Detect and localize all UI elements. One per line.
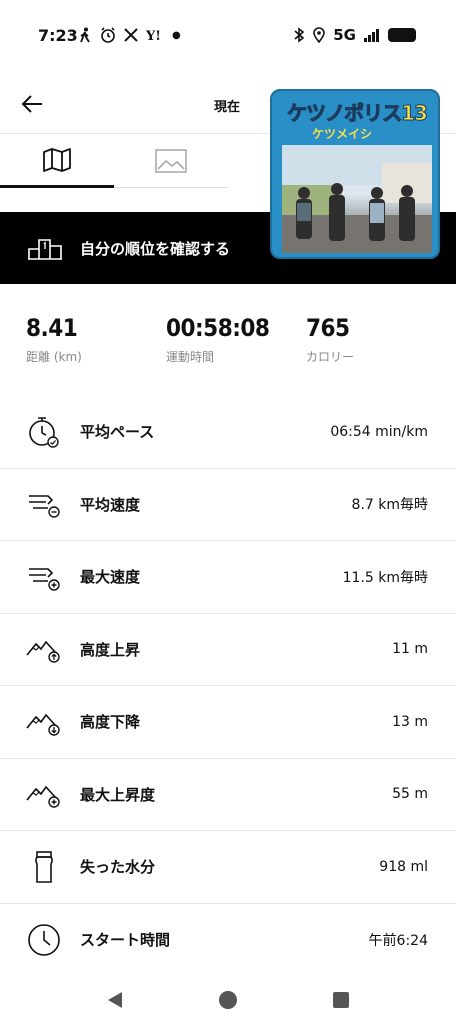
album-art-overlay[interactable]: ケツノポリス13 ケツメイシ bbox=[270, 89, 440, 259]
stopwatch-icon bbox=[24, 412, 64, 452]
metric-label: スタート時間 bbox=[80, 931, 171, 950]
metric-value: 11.5 km毎時 bbox=[342, 569, 428, 586]
walk-icon bbox=[80, 27, 90, 43]
metric-row-elevation-gain: 高度上昇 11 m bbox=[0, 614, 456, 686]
album-title: ケツノポリス13 bbox=[287, 101, 429, 126]
network-label: 5G bbox=[333, 26, 356, 44]
tab-photo[interactable] bbox=[114, 134, 228, 188]
stat-label: カロリー bbox=[306, 350, 355, 364]
x-icon bbox=[124, 28, 138, 42]
back-triangle-icon bbox=[108, 992, 122, 1008]
metric-label: 失った水分 bbox=[80, 858, 156, 877]
metric-value: 11 m bbox=[392, 641, 428, 658]
metric-value: 13 m bbox=[392, 713, 428, 730]
band-photo-image bbox=[282, 145, 432, 253]
nav-home-button[interactable] bbox=[216, 988, 240, 1012]
metric-label: 最大上昇度 bbox=[80, 785, 156, 804]
nav-recents-button[interactable] bbox=[329, 988, 353, 1012]
metric-row-max-elevation: 最大上昇度 55 m bbox=[0, 759, 456, 831]
metric-value: 55 m bbox=[392, 786, 428, 803]
metric-row-elevation-loss: 高度下降 13 m bbox=[0, 686, 456, 759]
elevation-up-icon bbox=[24, 629, 64, 669]
location-icon bbox=[313, 27, 326, 43]
battery-icon bbox=[388, 28, 416, 42]
alarm-icon bbox=[101, 27, 115, 43]
metric-value: 8.7 km毎時 bbox=[351, 497, 428, 514]
status-bar: 7:23 Y! ● 5G bbox=[0, 0, 456, 76]
elevation-down-icon bbox=[24, 702, 64, 742]
metric-row-water-loss: 失った水分 918 ml bbox=[0, 831, 456, 904]
metric-list: 平均ペース 06:54 min/km 平均速度 8.7 km毎時 最大速度 11… bbox=[0, 396, 456, 976]
system-nav-bar bbox=[0, 974, 456, 1024]
status-right: 5G bbox=[293, 26, 416, 44]
elevation-max-icon bbox=[24, 774, 64, 814]
nav-back-button[interactable] bbox=[103, 988, 127, 1012]
svg-text:Y!: Y! bbox=[146, 29, 161, 42]
album-photo bbox=[282, 145, 432, 253]
speed-max-icon bbox=[24, 557, 64, 597]
status-left-icons: Y! ● bbox=[78, 27, 181, 43]
stat-value: 00:58:08 bbox=[166, 314, 270, 342]
arrow-left-icon bbox=[21, 95, 42, 113]
bottle-icon bbox=[24, 847, 64, 887]
recents-square-icon bbox=[333, 992, 349, 1008]
metric-label: 高度上昇 bbox=[80, 640, 141, 659]
speed-avg-icon bbox=[24, 484, 64, 524]
metric-label: 最大速度 bbox=[80, 568, 141, 587]
yahoo-icon: Y! bbox=[146, 29, 161, 42]
summary-stats: 8.41 距離 (km) 00:58:08 運動時間 765 カロリー bbox=[0, 300, 456, 380]
tab-map[interactable] bbox=[0, 134, 114, 188]
image-icon bbox=[155, 148, 187, 173]
stat-distance: 8.41 距離 (km) bbox=[26, 314, 82, 365]
metric-value: 午前6:24 bbox=[368, 932, 428, 949]
back-button[interactable] bbox=[14, 86, 50, 122]
album-artist: ケツメイシ bbox=[312, 127, 373, 141]
metric-label: 平均ペース bbox=[80, 423, 155, 442]
metric-label: 高度下降 bbox=[80, 713, 141, 732]
home-circle-icon bbox=[219, 991, 237, 1009]
map-icon bbox=[43, 147, 71, 172]
metric-label: 平均速度 bbox=[80, 495, 141, 514]
stat-duration: 00:58:08 運動時間 bbox=[166, 314, 270, 365]
metric-row-avg-speed: 平均速度 8.7 km毎時 bbox=[0, 469, 456, 541]
bluetooth-icon bbox=[294, 27, 305, 43]
stat-value: 8.41 bbox=[26, 314, 78, 342]
stat-value: 765 bbox=[306, 314, 350, 342]
podium-icon bbox=[28, 239, 62, 260]
stat-calories: 765 カロリー bbox=[306, 314, 354, 365]
rank-banner-label: 自分の順位を確認する bbox=[80, 239, 231, 258]
stat-label: 距離 (km) bbox=[26, 350, 82, 364]
metric-value: 06:54 min/km bbox=[330, 423, 428, 440]
status-time: 7:23 bbox=[38, 26, 78, 45]
clock-icon bbox=[24, 920, 64, 960]
dot-icon: ● bbox=[172, 29, 181, 41]
stat-label: 運動時間 bbox=[166, 350, 215, 364]
page-title: 現在 bbox=[214, 100, 241, 115]
metric-row-max-speed: 最大速度 11.5 km毎時 bbox=[0, 541, 456, 614]
metric-row-avg-pace: 平均ペース 06:54 min/km bbox=[0, 396, 456, 469]
metric-value: 918 ml bbox=[379, 858, 428, 875]
metric-row-start-time: スタート時間 午前6:24 bbox=[0, 904, 456, 977]
signal-icon bbox=[364, 29, 379, 42]
